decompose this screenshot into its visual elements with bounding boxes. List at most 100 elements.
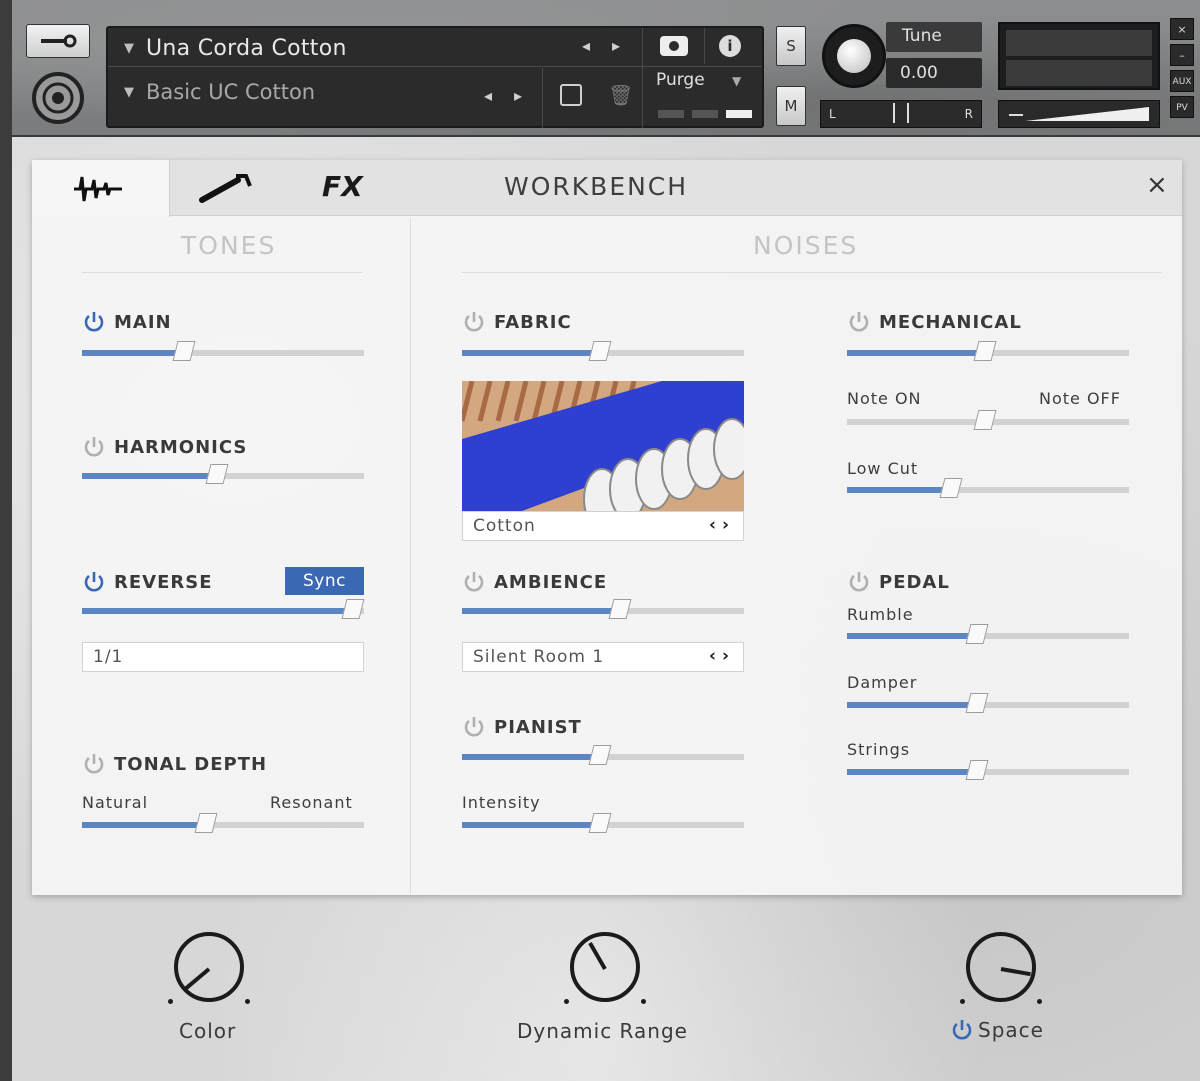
strings-slider[interactable] (847, 760, 1129, 780)
pv-button[interactable]: PV (1170, 96, 1194, 118)
space-power-toggle[interactable]: Space (950, 1018, 1044, 1042)
mechanical-slider[interactable] (847, 341, 1129, 361)
divider (82, 272, 362, 273)
main-slider[interactable] (82, 341, 364, 361)
space-knob[interactable] (966, 932, 1036, 1002)
save-icon[interactable] (560, 84, 582, 106)
slider-thumb[interactable] (588, 813, 612, 833)
slider-thumb[interactable] (588, 745, 612, 765)
slider-thumb[interactable] (205, 464, 229, 484)
reverse-division-field[interactable]: 1/1 (82, 642, 364, 672)
slider-thumb[interactable] (965, 760, 989, 780)
reverse-slider[interactable] (82, 599, 365, 619)
power-icon[interactable] (950, 1018, 974, 1042)
note-balance-slider[interactable] (847, 410, 1129, 430)
knob-max-dot (641, 999, 646, 1004)
fabric-slider[interactable] (462, 341, 744, 361)
prev-next-icon[interactable]: ‹› (709, 515, 735, 535)
damper-slider[interactable] (847, 693, 1129, 713)
aux-button[interactable]: AUX (1170, 70, 1194, 92)
info-icon[interactable]: i (719, 35, 741, 57)
settings-wrench-button[interactable] (26, 24, 90, 58)
slider-thumb[interactable] (341, 599, 365, 619)
tune-knob[interactable] (822, 24, 886, 88)
kontakt-logo-icon[interactable] (32, 72, 84, 124)
low-cut-slider[interactable] (847, 478, 1129, 498)
close-button[interactable]: × (1170, 18, 1194, 40)
fabric-power-toggle[interactable]: FABRIC (462, 310, 572, 334)
instrument-nav-arrows[interactable]: ◂▸ (582, 36, 642, 55)
fabric-selection: Cotton (473, 516, 536, 536)
minimize-button[interactable]: – (1170, 44, 1194, 66)
tune-value[interactable]: 0.00 (886, 58, 982, 88)
tab-waveform[interactable] (32, 160, 170, 217)
chevron-down-icon[interactable]: ▼ (732, 74, 741, 88)
ambience-label: AMBIENCE (494, 571, 608, 593)
slider-thumb[interactable] (588, 341, 612, 361)
mechanical-power-toggle[interactable]: MECHANICAL (847, 310, 1022, 334)
close-icon[interactable]: × (1146, 170, 1168, 200)
color-knob[interactable] (174, 932, 244, 1002)
chevron-down-icon[interactable]: ▼ (124, 85, 146, 100)
tonal-depth-label: TONAL DEPTH (114, 753, 268, 775)
pan-slider[interactable]: L R (820, 100, 982, 128)
power-icon[interactable] (82, 310, 106, 334)
low-cut-label: Low Cut (847, 459, 919, 478)
tab-fx[interactable]: FX (322, 170, 363, 203)
power-icon[interactable] (82, 435, 106, 459)
divider (642, 28, 643, 128)
prev-next-icon[interactable]: ‹› (709, 646, 735, 666)
ambience-power-toggle[interactable]: AMBIENCE (462, 570, 607, 594)
pedal-power-toggle[interactable]: PEDAL (847, 570, 950, 594)
power-icon[interactable] (462, 570, 486, 594)
tonal-depth-slider[interactable] (82, 813, 364, 833)
intensity-label: Intensity (462, 793, 541, 812)
power-icon[interactable] (82, 570, 106, 594)
volume-slider[interactable] (998, 100, 1160, 128)
intensity-slider[interactable] (462, 813, 744, 833)
ambience-slider[interactable] (462, 599, 744, 619)
instrument-name[interactable]: Una Corda Cotton (146, 36, 347, 61)
pianist-power-toggle[interactable]: PIANIST (462, 715, 582, 739)
slider-fill (847, 487, 952, 493)
pianist-slider[interactable] (462, 745, 744, 765)
tonal-depth-power-toggle[interactable]: TONAL DEPTH (82, 752, 267, 776)
power-icon[interactable] (82, 752, 106, 776)
slider-fill (82, 608, 353, 614)
purge-label[interactable]: Purge (656, 70, 705, 90)
harmonics-slider[interactable] (82, 464, 364, 484)
preset-name[interactable]: Basic UC Cotton (146, 80, 315, 104)
slider-thumb[interactable] (973, 341, 997, 361)
slider-thumb[interactable] (939, 478, 963, 498)
slider-thumb[interactable] (194, 813, 218, 833)
main-power-toggle[interactable]: MAIN (82, 310, 172, 334)
meter-right (1006, 60, 1152, 86)
reverse-power-toggle[interactable]: REVERSE (82, 570, 213, 594)
harmonics-power-toggle[interactable]: HARMONICS (82, 435, 247, 459)
power-icon[interactable] (847, 570, 871, 594)
slider-fill (462, 822, 601, 828)
preset-nav-arrows[interactable]: ◂▸ (484, 86, 544, 105)
dynamic-range-knob[interactable] (570, 932, 640, 1002)
rumble-label: Rumble (847, 605, 914, 624)
tab-hammer[interactable] (198, 172, 254, 204)
power-icon[interactable] (462, 310, 486, 334)
slider-thumb[interactable] (172, 341, 196, 361)
slider-thumb[interactable] (973, 410, 997, 430)
sync-button[interactable]: Sync (285, 567, 364, 595)
mute-button[interactable]: M (776, 86, 806, 126)
rumble-slider[interactable] (847, 624, 1129, 644)
slider-thumb[interactable] (608, 599, 632, 619)
trash-icon[interactable]: 🗑 (608, 83, 633, 107)
power-icon[interactable] (847, 310, 871, 334)
camera-icon[interactable] (660, 36, 688, 56)
slider-fill (82, 822, 207, 828)
fabric-selector[interactable]: Cotton ‹› (462, 511, 744, 541)
ambience-selector[interactable]: Silent Room 1 ‹› (462, 642, 744, 672)
slider-thumb[interactable] (965, 624, 989, 644)
power-icon[interactable] (462, 715, 486, 739)
chevron-down-icon[interactable]: ▼ (124, 41, 146, 56)
pedal-label: PEDAL (879, 571, 950, 593)
slider-thumb[interactable] (965, 693, 989, 713)
solo-button[interactable]: S (776, 26, 806, 66)
